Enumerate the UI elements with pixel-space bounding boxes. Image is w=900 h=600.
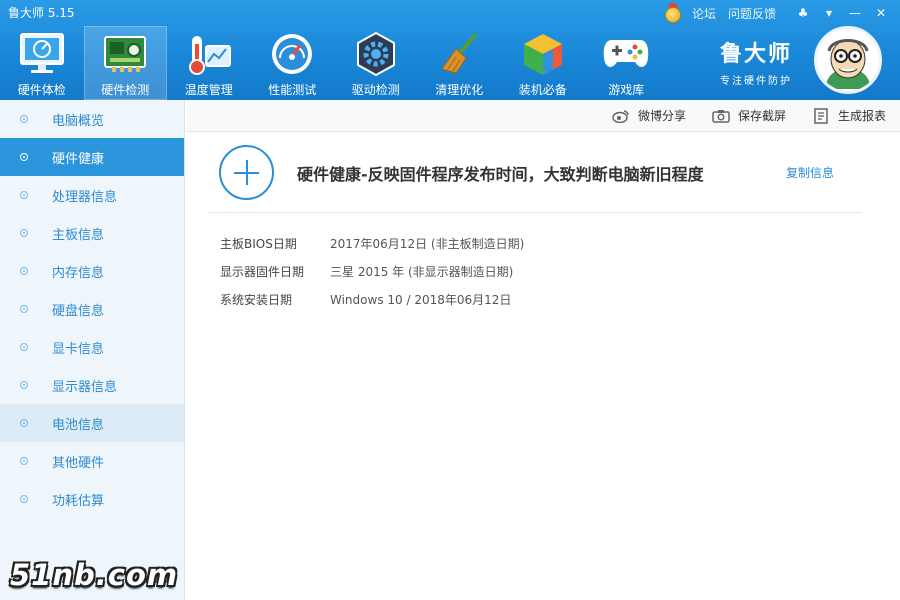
tool-temperature[interactable]: 温度管理	[167, 26, 251, 100]
tool-essentials[interactable]: 装机必备	[501, 26, 585, 100]
forum-link[interactable]: 论坛	[692, 5, 716, 22]
bullet-icon	[20, 305, 28, 313]
sidebar-item-label: 硬件健康	[52, 151, 105, 167]
sidebar-item-label: 硬盘信息	[52, 303, 105, 319]
tool-label: 温度管理	[184, 83, 233, 97]
bullet-icon	[20, 115, 28, 123]
tool-games[interactable]: 游戏库	[585, 26, 669, 100]
main-toolbar: 硬件体检 硬件检测 温度管理 性能测试 驱动检测 清理优化 装机必备 游戏库	[0, 26, 668, 100]
tool-label: 装机必备	[518, 83, 567, 97]
sidebar-item-hardware-health[interactable]: 硬件健康	[0, 138, 184, 176]
bullet-icon	[20, 229, 28, 237]
thermometer-icon	[185, 30, 233, 78]
app-title: 鲁大师 5.15	[8, 6, 75, 20]
info-value: 三星 2015 年 (非显示器制造日期)	[330, 265, 514, 279]
bullet-icon	[20, 457, 28, 465]
sidebar-item-label: 内存信息	[52, 265, 105, 281]
bullet-icon	[20, 267, 28, 275]
sidebar-item-label: 主板信息	[52, 227, 105, 243]
watermark: 51nb.com	[10, 558, 179, 592]
bullet-icon	[20, 381, 28, 389]
sidebar-item-overview[interactable]: 电脑概览	[0, 100, 184, 138]
tool-label: 清理优化	[435, 83, 484, 97]
tool-label: 性能测试	[268, 83, 317, 97]
sidebar-item-label: 电池信息	[52, 417, 105, 433]
sidebar-item-label: 显示器信息	[52, 379, 118, 395]
sidebar-item-gpu[interactable]: 显卡信息	[0, 328, 184, 366]
sidebar-item-memory[interactable]: 内存信息	[0, 252, 184, 290]
sidebar-item-label: 显卡信息	[52, 341, 105, 357]
close-button[interactable]: ✕	[870, 6, 892, 20]
info-row-monitor-firmware: 显示器固件日期 三星 2015 年 (非显示器制造日期)	[220, 263, 513, 280]
camera-icon	[712, 108, 730, 124]
bullet-icon	[20, 153, 28, 161]
tool-label: 硬件体检	[17, 83, 66, 97]
brand-name: 鲁大师	[719, 42, 792, 67]
sidebar-item-power-estimate[interactable]: 功耗估算	[0, 480, 184, 518]
save-screenshot-label: 保存截屏	[737, 109, 786, 123]
brand-slogan: 专注硬件防护	[719, 76, 792, 87]
info-key: 显示器固件日期	[220, 265, 305, 279]
page-title: 硬件健康-反映固件程序发布时间，大致判断电脑新旧程度	[297, 165, 704, 184]
generate-report-label: 生成报表	[837, 109, 886, 123]
speedometer-icon	[268, 30, 316, 78]
bullet-icon	[20, 343, 28, 351]
title-bar: 鲁大师 5.15 论坛 问题反馈 ♣ ▾ — ✕ 硬件体检 硬件检测 温度管理 …	[0, 0, 900, 100]
info-row-bios: 主板BIOS日期 2017年06月12日 (非主板制造日期)	[220, 235, 524, 252]
tool-performance[interactable]: 性能测试	[251, 26, 335, 100]
info-key: 主板BIOS日期	[220, 237, 297, 251]
sidebar-item-motherboard[interactable]: 主板信息	[0, 214, 184, 252]
sidebar-item-battery[interactable]: 电池信息	[0, 404, 184, 442]
bullet-icon	[20, 419, 28, 427]
sidebar-item-cpu[interactable]: 处理器信息	[0, 176, 184, 214]
sidebar: 电脑概览 硬件健康 处理器信息 主板信息 内存信息 硬盘信息 显卡信息 显示器信…	[0, 100, 185, 600]
tool-hardware-detect[interactable]: 硬件检测	[83, 26, 167, 100]
tool-label: 游戏库	[608, 83, 645, 97]
minimize-button[interactable]: —	[844, 6, 866, 20]
tool-hardware-checkup[interactable]: 硬件体检	[0, 26, 84, 100]
info-key: 系统安装日期	[220, 293, 293, 307]
tool-cleanup[interactable]: 清理优化	[418, 26, 502, 100]
info-value: Windows 10 / 2018年06月12日	[330, 293, 512, 307]
tool-driver[interactable]: 驱动检测	[334, 26, 418, 100]
report-icon	[812, 107, 830, 124]
cube-icon	[519, 30, 567, 78]
sidebar-item-display[interactable]: 显示器信息	[0, 366, 184, 404]
feedback-link[interactable]: 问题反馈	[728, 5, 776, 22]
action-bar: 微博分享 保存截屏 生成报表	[186, 100, 900, 132]
tool-label: 驱动检测	[351, 83, 400, 97]
driver-gear-icon	[352, 30, 400, 78]
mascot-avatar[interactable]	[814, 26, 882, 94]
sidebar-item-label: 处理器信息	[52, 189, 118, 205]
info-row-os-install: 系统安装日期 Windows 10 / 2018年06月12日	[220, 291, 511, 308]
weibo-share-label: 微博分享	[637, 109, 686, 123]
sidebar-item-disk[interactable]: 硬盘信息	[0, 290, 184, 328]
info-value: 2017年06月12日 (非主板制造日期)	[330, 237, 525, 251]
copy-info-link[interactable]: 复制信息	[786, 164, 834, 181]
brand: 鲁大师 专注硬件防护	[720, 36, 792, 87]
sidebar-item-label: 功耗估算	[52, 493, 105, 509]
skin-icon[interactable]: ♣	[792, 6, 814, 20]
sidebar-item-other-hardware[interactable]: 其他硬件	[0, 442, 184, 480]
plus-circle-icon	[219, 145, 274, 200]
generate-report-button[interactable]: 生成报表	[812, 107, 886, 124]
bullet-icon	[20, 495, 28, 503]
circuit-board-icon	[101, 30, 149, 78]
medal-icon[interactable]	[664, 3, 682, 23]
divider	[209, 212, 862, 213]
tool-label: 硬件检测	[101, 83, 150, 97]
sidebar-item-label: 电脑概览	[52, 113, 105, 129]
broom-icon	[435, 30, 483, 78]
window-controls: 论坛 问题反馈 ♣ ▾ — ✕	[664, 3, 892, 23]
menu-dropdown-icon[interactable]: ▾	[818, 6, 840, 20]
save-screenshot-button[interactable]: 保存截屏	[712, 107, 786, 124]
gamepad-icon	[602, 30, 650, 78]
bullet-icon	[20, 191, 28, 199]
sidebar-item-label: 其他硬件	[52, 455, 105, 471]
monitor-check-icon	[18, 30, 66, 78]
weibo-share-button[interactable]: 微博分享	[612, 107, 686, 124]
weibo-icon	[612, 108, 630, 124]
